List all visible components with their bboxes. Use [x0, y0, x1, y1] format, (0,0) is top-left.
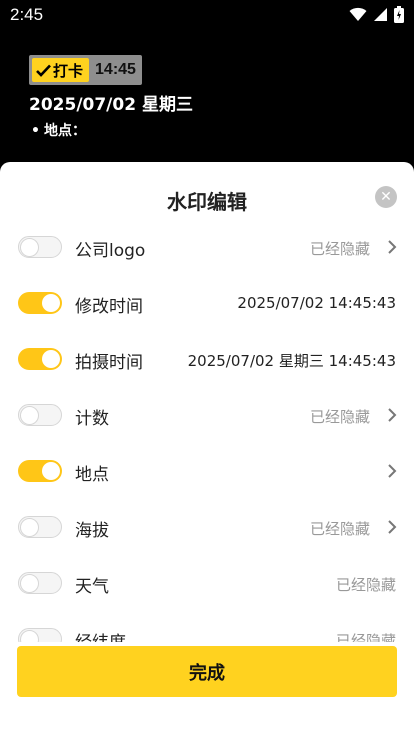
close-button[interactable]: ✕: [375, 186, 397, 208]
badge-time: 14:45: [95, 61, 136, 78]
toggle-modify-time[interactable]: [18, 292, 62, 314]
row-label: 经纬度: [75, 628, 126, 642]
checkin-tag: 打卡: [32, 58, 90, 82]
toggle-knob: [20, 405, 39, 425]
toggle-knob: [20, 517, 39, 537]
row-value: 已经隐藏: [335, 576, 396, 594]
row-modify-time[interactable]: 修改时间 2025/07/02 14:45:43: [0, 276, 414, 332]
toggle-knob: [42, 350, 60, 368]
row-label: 计数: [75, 409, 109, 429]
toggle-knob: [42, 462, 60, 480]
location-label: 地点：: [43, 123, 86, 139]
row-label: 海拔: [75, 521, 109, 541]
watermark-edit-sheet: 水印编辑 ✕ 公司logo 已经隐藏 修改时间 2025/07/02 14:45…: [0, 162, 414, 736]
toggle-altitude[interactable]: [18, 516, 62, 538]
row-label: 天气: [75, 577, 109, 597]
toggle-weather[interactable]: [18, 572, 62, 594]
toggle-count[interactable]: [18, 404, 62, 426]
row-location[interactable]: 地点: [0, 444, 414, 500]
toggle-company-logo[interactable]: [18, 236, 62, 258]
row-value: 已经隐藏: [309, 240, 370, 258]
toggle-knob: [20, 237, 39, 257]
settings-list[interactable]: 公司logo 已经隐藏 修改时间 2025/07/02 14:45:43 拍摄时…: [0, 220, 414, 642]
toggle-knob: [20, 573, 39, 593]
row-altitude[interactable]: 海拔 已经隐藏: [0, 500, 414, 556]
toggle-knob: [20, 629, 39, 642]
chevron-right-icon: [388, 464, 397, 478]
row-value: 已经隐藏: [309, 520, 370, 538]
row-label: 公司logo: [75, 241, 146, 261]
status-icons: [349, 6, 404, 23]
row-value: 已经隐藏: [335, 632, 396, 642]
status-time: 2:45: [10, 5, 44, 24]
status-bar: 2:45: [0, 0, 414, 28]
watermark-date: 2025/07/02 星期三: [29, 95, 193, 115]
wifi-icon: [349, 7, 367, 21]
watermark-location: • 地点：: [31, 120, 86, 140]
row-capture-time[interactable]: 拍摄时间 2025/07/02 星期三 14:45:43: [0, 332, 414, 388]
sheet-title: 水印编辑: [167, 190, 247, 214]
toggle-location[interactable]: [18, 460, 62, 482]
close-icon: ✕: [380, 189, 392, 205]
row-label: 地点: [75, 465, 109, 485]
watermark-preview: 打卡 14:45 2025/07/02 星期三 • 地点：: [0, 28, 414, 162]
chevron-right-icon: [388, 408, 397, 422]
signal-icon: [374, 8, 387, 21]
row-value: 已经隐藏: [309, 408, 370, 426]
chevron-right-icon: [388, 240, 397, 254]
row-label: 修改时间: [75, 297, 143, 317]
toggle-knob: [42, 294, 60, 312]
row-label: 拍摄时间: [75, 353, 143, 373]
row-weather[interactable]: 天气 已经隐藏: [0, 556, 414, 612]
bullet-dot: •: [31, 123, 40, 139]
row-value: 2025/07/02 14:45:43: [237, 294, 396, 312]
battery-icon: [394, 6, 404, 23]
toggle-coordinates[interactable]: [18, 628, 62, 642]
watermark-badge: 打卡 14:45: [29, 55, 142, 85]
checkin-label: 打卡: [53, 61, 84, 80]
row-value: 2025/07/02 星期三 14:45:43: [187, 352, 396, 370]
row-coordinates[interactable]: 经纬度 已经隐藏: [0, 612, 414, 642]
row-company-logo[interactable]: 公司logo 已经隐藏: [0, 220, 414, 276]
chevron-right-icon: [388, 520, 397, 534]
done-button[interactable]: 完成: [17, 646, 397, 697]
checkmark-icon: [36, 64, 51, 77]
row-count[interactable]: 计数 已经隐藏: [0, 388, 414, 444]
toggle-capture-time[interactable]: [18, 348, 62, 370]
